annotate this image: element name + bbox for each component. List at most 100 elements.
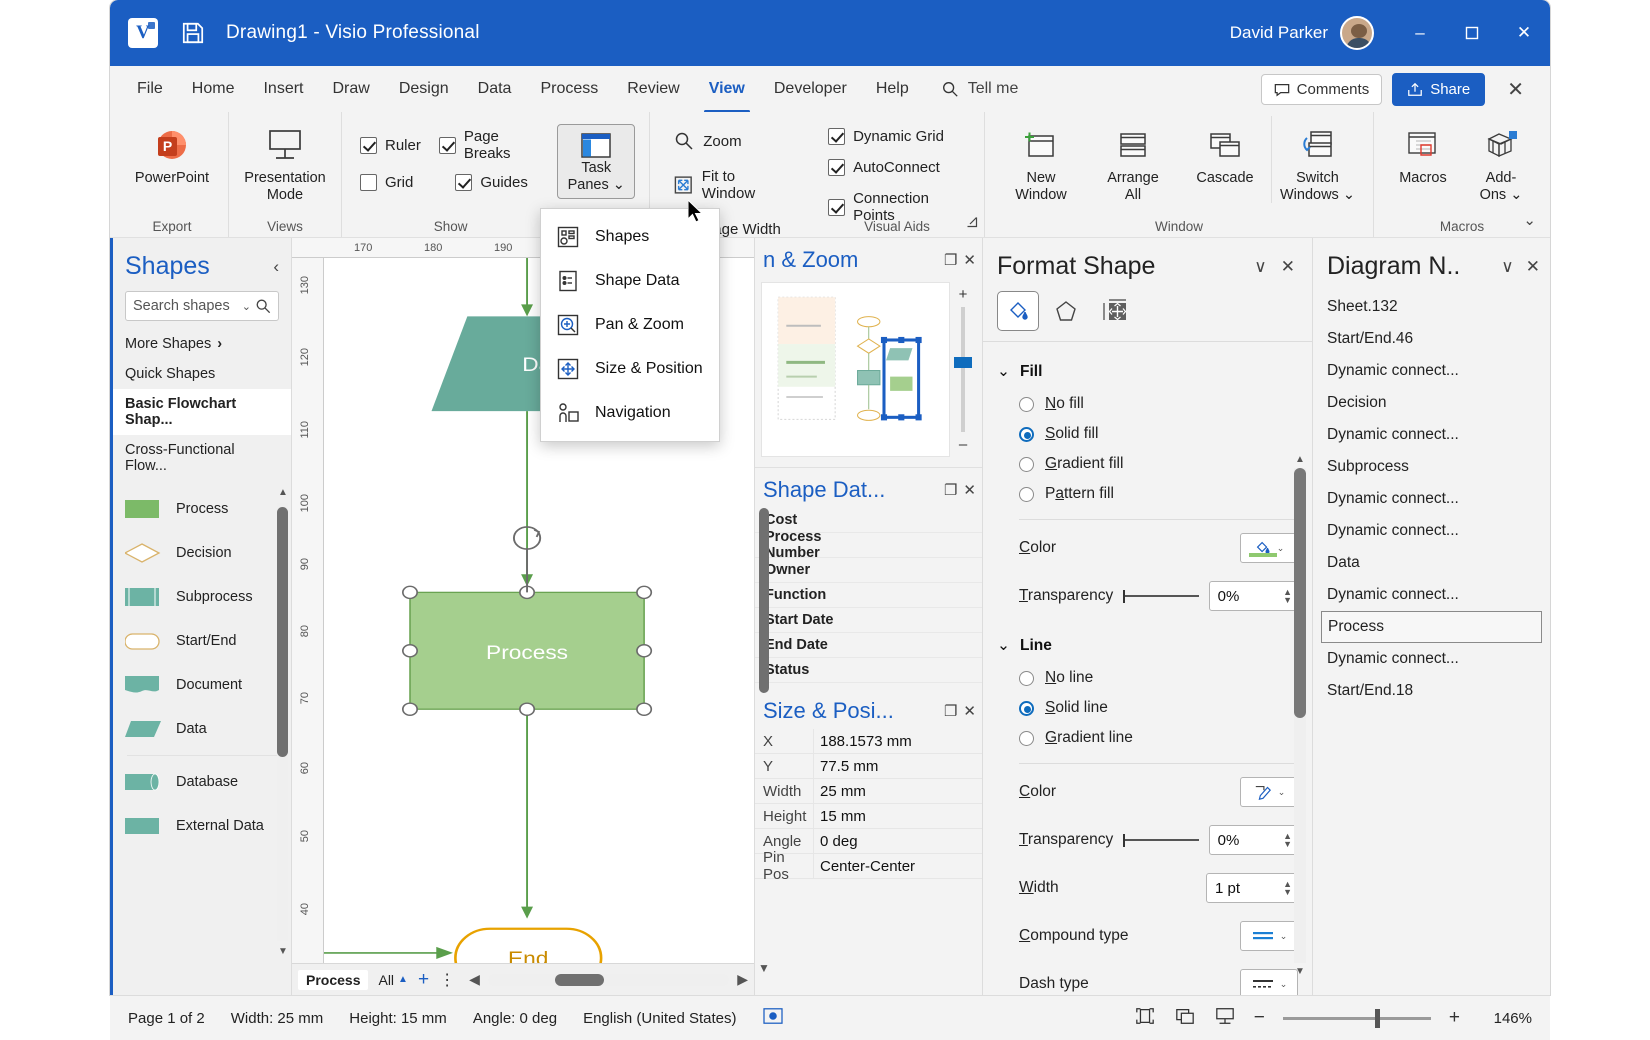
shape-data-row[interactable]: Status	[755, 658, 982, 683]
fill-transparency-slider[interactable]	[1123, 589, 1199, 603]
shape-item-process[interactable]: Process	[113, 487, 291, 531]
tab-home[interactable]: Home	[179, 74, 248, 104]
fill-line-tab[interactable]	[997, 291, 1039, 331]
stencil-item-cross-functional[interactable]: Cross-Functional Flow...	[113, 435, 291, 481]
dash-type-button[interactable]: ⌄	[1240, 969, 1298, 995]
fit-to-window-button[interactable]: Fit to Window	[668, 163, 792, 207]
maximize-button[interactable]	[1446, 0, 1498, 66]
gradient-fill-radio[interactable]: Gradient fill	[997, 449, 1312, 479]
tab-data[interactable]: Data	[465, 74, 525, 104]
shape-data-row[interactable]: Owner	[755, 558, 982, 583]
size-position-value[interactable]: Center-Center	[813, 854, 982, 878]
spinner-arrows-icon[interactable]: ▲ ▼	[1283, 880, 1292, 897]
page-breaks-checkbox[interactable]: Page Breaks	[438, 128, 533, 162]
zoom-slider-knob[interactable]	[1374, 1008, 1380, 1028]
zoom-in-icon[interactable]: +	[959, 286, 968, 303]
avatar[interactable]	[1340, 16, 1374, 50]
shape-data-restore-icon[interactable]: ❐	[944, 481, 957, 499]
diagram-navigator-close-icon[interactable]: ✕	[1520, 257, 1540, 277]
size-position-row[interactable]: X 188.1573 mm	[755, 729, 982, 754]
nav-item-selected[interactable]: Process	[1321, 611, 1542, 643]
tell-me-box[interactable]: Tell me	[941, 80, 1018, 98]
chevron-down-icon[interactable]: ⌄	[1280, 931, 1288, 942]
format-shape-close-icon[interactable]: ✕	[1274, 257, 1302, 277]
full-screen-icon[interactable]	[1174, 1006, 1196, 1030]
shape-item-external-data[interactable]: External Data	[113, 804, 291, 848]
stencil-item-quick-shapes[interactable]: Quick Shapes	[113, 359, 291, 389]
visual-aids-dialog-launcher[interactable]	[966, 215, 978, 233]
search-shapes-input[interactable]: Search shapes ⌄	[125, 291, 279, 321]
size-position-value[interactable]: 188.1573 mm	[813, 729, 982, 753]
shape-item-start-end[interactable]: Start/End	[113, 619, 291, 663]
line-width-input[interactable]: 1 pt ▲ ▼	[1206, 873, 1298, 903]
scrollbar-thumb[interactable]	[277, 507, 288, 757]
share-button[interactable]: Share	[1392, 72, 1486, 106]
fit-page-icon[interactable]	[1134, 1006, 1156, 1030]
scroll-left-arrow-icon[interactable]: ◀	[469, 971, 480, 988]
shape-data-row[interactable]: Function	[755, 583, 982, 608]
nav-item[interactable]: Dynamic connect...	[1313, 483, 1550, 515]
nav-item[interactable]: Start/End.18	[1313, 675, 1550, 707]
pan-zoom-preview[interactable]	[761, 282, 950, 457]
chevron-down-icon[interactable]: ⌄	[1277, 543, 1285, 554]
close-ribbon-icon[interactable]: ✕	[1495, 77, 1536, 102]
pan-zoom-body[interactable]: + –	[755, 278, 982, 463]
save-icon[interactable]	[180, 20, 206, 46]
nav-item[interactable]: Dynamic connect...	[1313, 419, 1550, 451]
solid-line-radio[interactable]: Solid line	[997, 693, 1312, 723]
size-position-value[interactable]: 77.5 mm	[813, 754, 982, 778]
line-transparency-input[interactable]: 0% ▲ ▼	[1208, 825, 1298, 855]
nav-item[interactable]: Dynamic connect...	[1313, 643, 1550, 675]
scrollbar-thumb[interactable]	[759, 508, 769, 693]
zoom-out-icon[interactable]: –	[959, 436, 967, 453]
size-position-value[interactable]: 25 mm	[813, 779, 982, 803]
nav-item[interactable]: Dynamic connect...	[1313, 515, 1550, 547]
solid-fill-radio[interactable]: Solid fill	[997, 419, 1312, 449]
size-position-row[interactable]: Y 77.5 mm	[755, 754, 982, 779]
presentation-mode-button[interactable]: Presentation Mode	[239, 116, 331, 203]
size-position-value[interactable]: 15 mm	[813, 804, 982, 828]
nav-item[interactable]: Subprocess	[1313, 451, 1550, 483]
page-tab-process[interactable]: Process	[298, 969, 369, 990]
pan-zoom-close-icon[interactable]: ✕	[963, 251, 976, 269]
spinner-arrows-icon[interactable]: ▲ ▼	[1283, 832, 1292, 849]
autoconnect-checkbox[interactable]: AutoConnect	[828, 159, 966, 176]
tab-review[interactable]: Review	[614, 74, 692, 104]
nav-item[interactable]: Start/End.46	[1313, 323, 1550, 355]
tab-help[interactable]: Help	[863, 74, 922, 104]
shape-data-row[interactable]: End Date	[755, 633, 982, 658]
scroll-down-arrow-icon[interactable]: ▼	[278, 946, 288, 957]
fill-transparency-input[interactable]: 0% ▲ ▼	[1208, 581, 1298, 611]
chevron-down-icon[interactable]: ⌄	[242, 300, 251, 313]
zoom-in-button[interactable]: +	[1449, 1007, 1460, 1029]
tab-insert[interactable]: Insert	[250, 74, 316, 104]
shapes-scrollbar[interactable]: ▲ ▼	[277, 487, 288, 957]
shape-data-close-icon[interactable]: ✕	[963, 481, 976, 499]
zoom-out-button[interactable]: −	[1254, 1007, 1265, 1029]
pattern-fill-radio[interactable]: Pattern fill	[997, 479, 1312, 509]
diagram-navigator-dropdown-icon[interactable]: ∨	[1501, 257, 1513, 277]
shape-data-row[interactable]: Start Date	[755, 608, 982, 633]
scrollbar-thumb[interactable]	[1294, 468, 1306, 718]
scrollbar-thumb[interactable]	[555, 973, 604, 986]
minimize-button[interactable]: –	[1394, 0, 1446, 66]
menu-item-size-position[interactable]: Size & Position	[541, 347, 719, 391]
vertical-ruler[interactable]: 130 120 110 100 90 80 70 60 50 40	[292, 258, 324, 963]
line-transparency-slider[interactable]	[1123, 833, 1199, 847]
zoom-button[interactable]: Zoom	[668, 126, 792, 156]
chevron-down-icon[interactable]: ⌄	[1280, 979, 1288, 990]
new-window-button[interactable]: New Window	[995, 116, 1087, 203]
size-position-row[interactable]: Pin Pos Center-Center	[755, 849, 982, 883]
ruler-checkbox[interactable]: Ruler	[360, 136, 421, 154]
nav-item[interactable]: Dynamic connect...	[1313, 355, 1550, 387]
format-shape-scrollbar[interactable]: ▲ ▼	[1294, 454, 1306, 977]
switch-windows-button[interactable]: Switch Windows ⌄	[1270, 116, 1363, 204]
shape-item-decision[interactable]: Decision	[113, 531, 291, 575]
tab-design[interactable]: Design	[386, 74, 462, 104]
macro-record-icon[interactable]	[762, 1007, 784, 1029]
add-ons-button[interactable]: Add- Ons ⌄	[1462, 116, 1540, 203]
tab-draw[interactable]: Draw	[319, 74, 382, 104]
pan-zoom-restore-icon[interactable]: ❐	[944, 251, 957, 269]
menu-item-pan-zoom[interactable]: Pan & Zoom	[541, 303, 719, 347]
chevron-left-icon[interactable]: ‹	[273, 257, 279, 277]
